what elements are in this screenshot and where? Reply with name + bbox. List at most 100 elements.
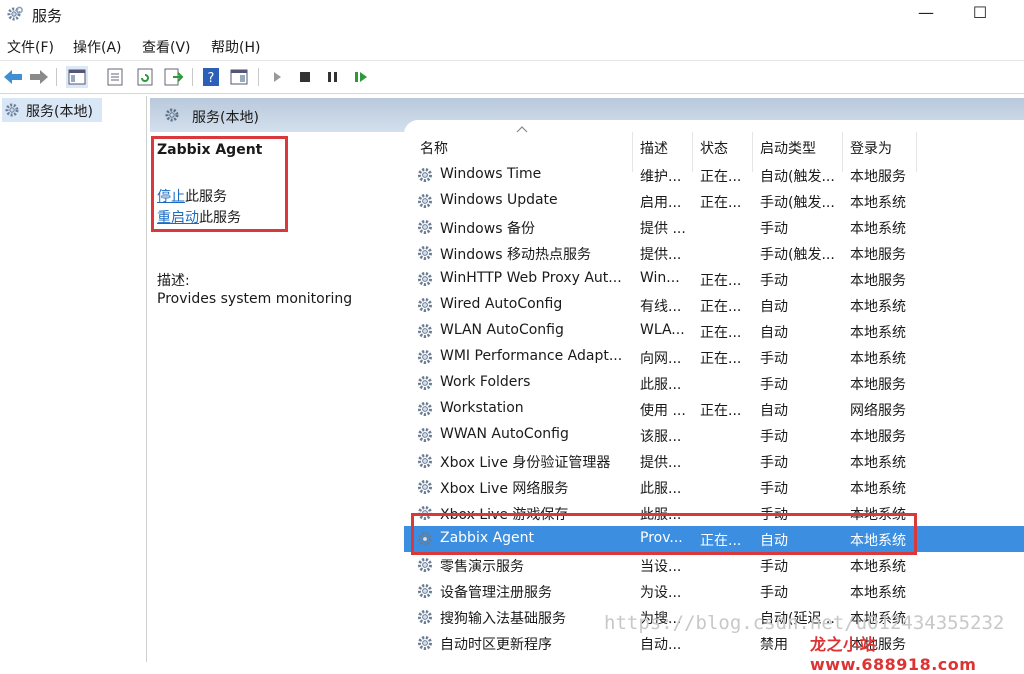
- back-arrow-icon[interactable]: [2, 66, 24, 88]
- tree-item-services-local[interactable]: 服务(本地): [2, 98, 102, 122]
- service-startup-type: 手动: [760, 429, 788, 445]
- console-tree-icon[interactable]: [66, 66, 88, 88]
- stop-service-icon[interactable]: [294, 66, 316, 88]
- service-gear-icon: [418, 428, 432, 442]
- service-row[interactable]: Windows Time 维护... 正在... 自动(触发... 本地服务: [404, 162, 1024, 188]
- service-row[interactable]: WinHTTP Web Proxy Aut... Win... 正在... 手动 本地服…: [404, 266, 1024, 292]
- service-name: WWAN AutoConfig: [440, 426, 569, 442]
- menu-help[interactable]: 帮助(H): [211, 37, 260, 57]
- service-gear-icon: [418, 298, 432, 312]
- menu-action[interactable]: 操作(A): [73, 37, 122, 57]
- service-row[interactable]: Windows 移动热点服务 提供... 手动(触发... 本地服务: [404, 240, 1024, 266]
- tree-item-label: 服务(本地): [26, 104, 93, 120]
- service-row[interactable]: WMI Performance Adapt... 向网... 正在... 手动 本地系统: [404, 344, 1024, 370]
- service-log-on-as: 本地系统: [850, 559, 906, 575]
- menu-file[interactable]: 文件(F): [7, 37, 54, 57]
- service-gear-icon: [418, 220, 432, 234]
- column-header-name[interactable]: 名称: [420, 138, 448, 164]
- service-status: 正在...: [700, 299, 742, 315]
- service-startup-type: 自动: [760, 299, 788, 315]
- help-icon[interactable]: ?: [200, 66, 222, 88]
- service-startup-type: 自动: [760, 325, 788, 341]
- service-row[interactable]: WWAN AutoConfig 该服... 手动 本地服务: [404, 422, 1024, 448]
- site-logo: 龙之小站 www.688918.com: [810, 635, 977, 674]
- service-gear-icon: [418, 194, 432, 208]
- forward-arrow-icon[interactable]: [28, 66, 50, 88]
- start-service-icon[interactable]: [266, 66, 288, 88]
- service-name: Workstation: [440, 400, 524, 416]
- show-hide-action-pane-icon[interactable]: [228, 66, 250, 88]
- menu-view[interactable]: 查看(V): [142, 37, 191, 57]
- service-row[interactable]: Work Folders 此服... 手动 本地服务: [404, 370, 1024, 396]
- menu-bar: 文件(F) 操作(A) 查看(V) 帮助(H): [0, 34, 1024, 58]
- service-status: 正在...: [700, 169, 742, 185]
- pause-service-icon[interactable]: [322, 66, 344, 88]
- service-name: 搜狗输入法基础服务: [440, 611, 566, 627]
- highlight-box-detail: [151, 136, 288, 232]
- window-title: 服务: [32, 7, 63, 25]
- service-startup-type: 手动: [760, 559, 788, 575]
- service-name: Work Folders: [440, 374, 531, 390]
- service-log-on-as: 本地系统: [850, 325, 906, 341]
- services-gear-icon: [7, 6, 23, 21]
- service-gear-icon: [418, 168, 432, 182]
- service-gear-icon: [418, 558, 432, 572]
- service-log-on-as: 本地系统: [850, 351, 906, 367]
- title-bar: 服务 — ☐: [0, 0, 1024, 30]
- toolbar: ?: [0, 60, 1024, 94]
- service-row[interactable]: Xbox Live 身份验证管理器 提供... 手动 本地系统: [404, 448, 1024, 474]
- service-description-cell: 启用...: [640, 195, 682, 211]
- service-row[interactable]: Windows 备份 提供 ... 手动 本地系统: [404, 214, 1024, 240]
- toolbar-separator: [192, 68, 193, 86]
- service-description-cell: 有线...: [640, 299, 682, 315]
- service-description-cell: 提供 ...: [640, 221, 686, 237]
- service-row[interactable]: 零售演示服务 当设... 手动 本地系统: [404, 552, 1024, 578]
- column-header-log-on-as[interactable]: 登录为: [850, 138, 892, 164]
- service-description-cell: 当设...: [640, 559, 682, 575]
- service-gear-icon: [418, 480, 432, 494]
- column-header-startup-type[interactable]: 启动类型: [760, 138, 816, 164]
- service-name: 自动时区更新程序: [440, 637, 552, 653]
- minimize-button[interactable]: —: [904, 2, 948, 26]
- service-startup-type: 手动: [760, 455, 788, 471]
- service-log-on-as: 本地服务: [850, 273, 906, 289]
- service-startup-type: 手动(触发...: [760, 247, 835, 263]
- service-name: Xbox Live 身份验证管理器: [440, 455, 611, 471]
- service-status: 正在...: [700, 351, 742, 367]
- service-row[interactable]: Windows Update 启用... 正在... 手动(触发... 本地系统: [404, 188, 1024, 214]
- services-list: 名称 描述 状态 启动类型 登录为 Windows Time 维护... 正在...…: [404, 120, 1024, 662]
- service-description-cell: 此服...: [640, 481, 682, 497]
- service-gear-icon: [418, 324, 432, 338]
- column-header-description[interactable]: 描述: [640, 138, 668, 164]
- service-startup-type: 手动: [760, 273, 788, 289]
- service-row[interactable]: Workstation 使用 ... 正在... 自动 网络服务: [404, 396, 1024, 422]
- service-name: Windows 移动热点服务: [440, 247, 591, 263]
- service-log-on-as: 本地服务: [850, 169, 906, 185]
- service-row[interactable]: Xbox Live 网络服务 此服... 手动 本地系统: [404, 474, 1024, 500]
- service-description-cell: 提供...: [640, 247, 682, 263]
- service-log-on-as: 本地服务: [850, 377, 906, 393]
- service-startup-type: 手动: [760, 481, 788, 497]
- service-row[interactable]: 设备管理注册服务 为设... 手动 本地系统: [404, 578, 1024, 604]
- service-description-cell: 自动...: [640, 637, 682, 653]
- service-status: 正在...: [700, 403, 742, 419]
- maximize-button[interactable]: ☐: [958, 2, 1002, 26]
- service-status: 正在...: [700, 325, 742, 341]
- services-gear-icon: [5, 103, 19, 117]
- properties-sheet-icon[interactable]: [104, 66, 126, 88]
- service-log-on-as: 本地系统: [850, 455, 906, 471]
- sort-ascending-icon: [516, 126, 528, 133]
- service-gear-icon: [418, 246, 432, 260]
- column-header-status[interactable]: 状态: [700, 138, 728, 164]
- service-gear-icon: [418, 584, 432, 598]
- resume-service-icon[interactable]: [350, 66, 372, 88]
- service-row[interactable]: Wired AutoConfig 有线... 正在... 自动 本地系统: [404, 292, 1024, 318]
- service-startup-type: 手动(触发...: [760, 195, 835, 211]
- service-description-cell: 提供...: [640, 455, 682, 471]
- service-log-on-as: 本地系统: [850, 195, 906, 211]
- refresh-icon[interactable]: [134, 66, 156, 88]
- export-list-icon[interactable]: [162, 66, 184, 88]
- service-gear-icon: [418, 376, 432, 390]
- service-description-cell: 使用 ...: [640, 403, 686, 419]
- service-row[interactable]: WLAN AutoConfig WLA... 正在... 自动 本地系统: [404, 318, 1024, 344]
